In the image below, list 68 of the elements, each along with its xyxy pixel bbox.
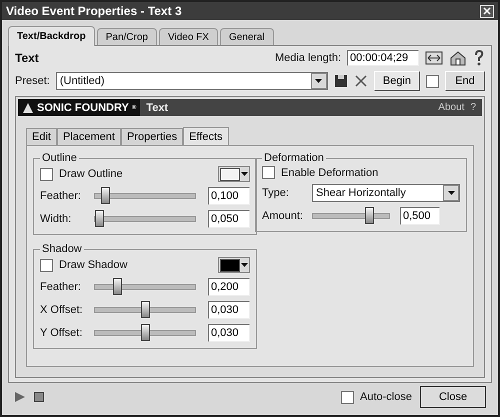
type-dropdown[interactable]: Shear Horizontally bbox=[312, 184, 460, 202]
caret-icon bbox=[241, 172, 248, 176]
caret-icon bbox=[241, 263, 248, 267]
checkbox-label: Auto-close bbox=[360, 391, 412, 403]
color-picker[interactable] bbox=[218, 257, 250, 273]
slider-label: Feather: bbox=[40, 190, 82, 202]
fit-icon[interactable] bbox=[425, 50, 443, 66]
preset-dropdown[interactable]: (Untitled) bbox=[56, 72, 328, 90]
plugin-name: Text bbox=[146, 102, 170, 114]
close-icon bbox=[483, 7, 491, 15]
window-title: Video Event Properties - Text 3 bbox=[6, 4, 182, 18]
checkbox[interactable] bbox=[341, 390, 354, 404]
value-field[interactable]: 0,030 bbox=[208, 324, 250, 342]
tab[interactable]: Properties bbox=[120, 128, 184, 145]
slider-thumb[interactable] bbox=[95, 210, 104, 227]
slider-label: Y Offset: bbox=[40, 327, 84, 339]
slider-thumb[interactable] bbox=[113, 278, 122, 295]
stop-icon[interactable] bbox=[34, 392, 44, 402]
checkbox-label: Draw Shadow bbox=[59, 259, 128, 271]
type-label: Type: bbox=[262, 187, 290, 199]
slider-label: Amount: bbox=[262, 210, 304, 222]
value-field[interactable]: 0,050 bbox=[208, 210, 250, 228]
checkbox-label: Draw Outline bbox=[59, 168, 123, 180]
checkbox[interactable] bbox=[262, 166, 275, 179]
play-icon[interactable] bbox=[14, 391, 26, 403]
slider-label: Width: bbox=[40, 213, 72, 225]
slider-thumb[interactable] bbox=[365, 207, 374, 224]
save-icon[interactable] bbox=[334, 74, 348, 88]
slider-label: X Offset: bbox=[40, 304, 84, 316]
checkbox[interactable] bbox=[40, 258, 53, 272]
tab[interactable]: Effects bbox=[183, 127, 229, 146]
brand-logo: SONIC FOUNDRY $^{®}$ bbox=[18, 99, 140, 116]
about-link[interactable]: About bbox=[438, 102, 464, 113]
section-title: Text bbox=[15, 51, 40, 65]
caret-icon bbox=[448, 191, 454, 195]
value-field[interactable]: 0,100 bbox=[208, 187, 250, 205]
home-icon[interactable] bbox=[449, 50, 467, 66]
tab[interactable]: Placement bbox=[56, 128, 121, 145]
media-length-label: Media length: bbox=[274, 52, 341, 64]
tab[interactable]: Video FX bbox=[158, 28, 218, 45]
slider-thumb[interactable] bbox=[140, 301, 150, 318]
media-length-field[interactable]: 00:00:04;29 bbox=[347, 50, 419, 66]
tab[interactable]: Edit bbox=[26, 128, 57, 145]
tab[interactable]: Pan/Crop bbox=[96, 28, 157, 45]
help-link[interactable]: ? bbox=[470, 102, 476, 113]
value-field[interactable]: 0,500 bbox=[400, 207, 440, 225]
checkbox-label: Enable Deformation bbox=[281, 166, 378, 178]
slider-label: Feather: bbox=[40, 281, 82, 293]
color-picker[interactable] bbox=[218, 166, 250, 182]
value-field[interactable]: 0,200 bbox=[208, 278, 250, 296]
preset-label: Preset: bbox=[15, 75, 50, 87]
end-button[interactable]: End bbox=[445, 71, 485, 91]
checkbox[interactable] bbox=[40, 168, 53, 180]
tab[interactable]: Text/Backdrop bbox=[8, 26, 95, 46]
delete-icon[interactable] bbox=[354, 74, 368, 88]
value-field[interactable]: 0,030 bbox=[208, 301, 250, 319]
keyframe-checkbox[interactable] bbox=[426, 74, 439, 88]
group-title: Shadow bbox=[41, 243, 83, 255]
tab[interactable]: General bbox=[220, 28, 274, 45]
group-title: Deformation bbox=[263, 152, 325, 164]
slider-thumb[interactable] bbox=[101, 187, 110, 204]
caret-icon bbox=[315, 79, 322, 83]
close-button[interactable]: Close bbox=[420, 386, 486, 408]
group-title: Outline bbox=[41, 152, 78, 164]
help-icon[interactable] bbox=[473, 50, 485, 66]
begin-button[interactable]: Begin bbox=[374, 71, 420, 91]
slider-thumb[interactable] bbox=[140, 324, 150, 341]
close-button[interactable] bbox=[480, 4, 494, 18]
